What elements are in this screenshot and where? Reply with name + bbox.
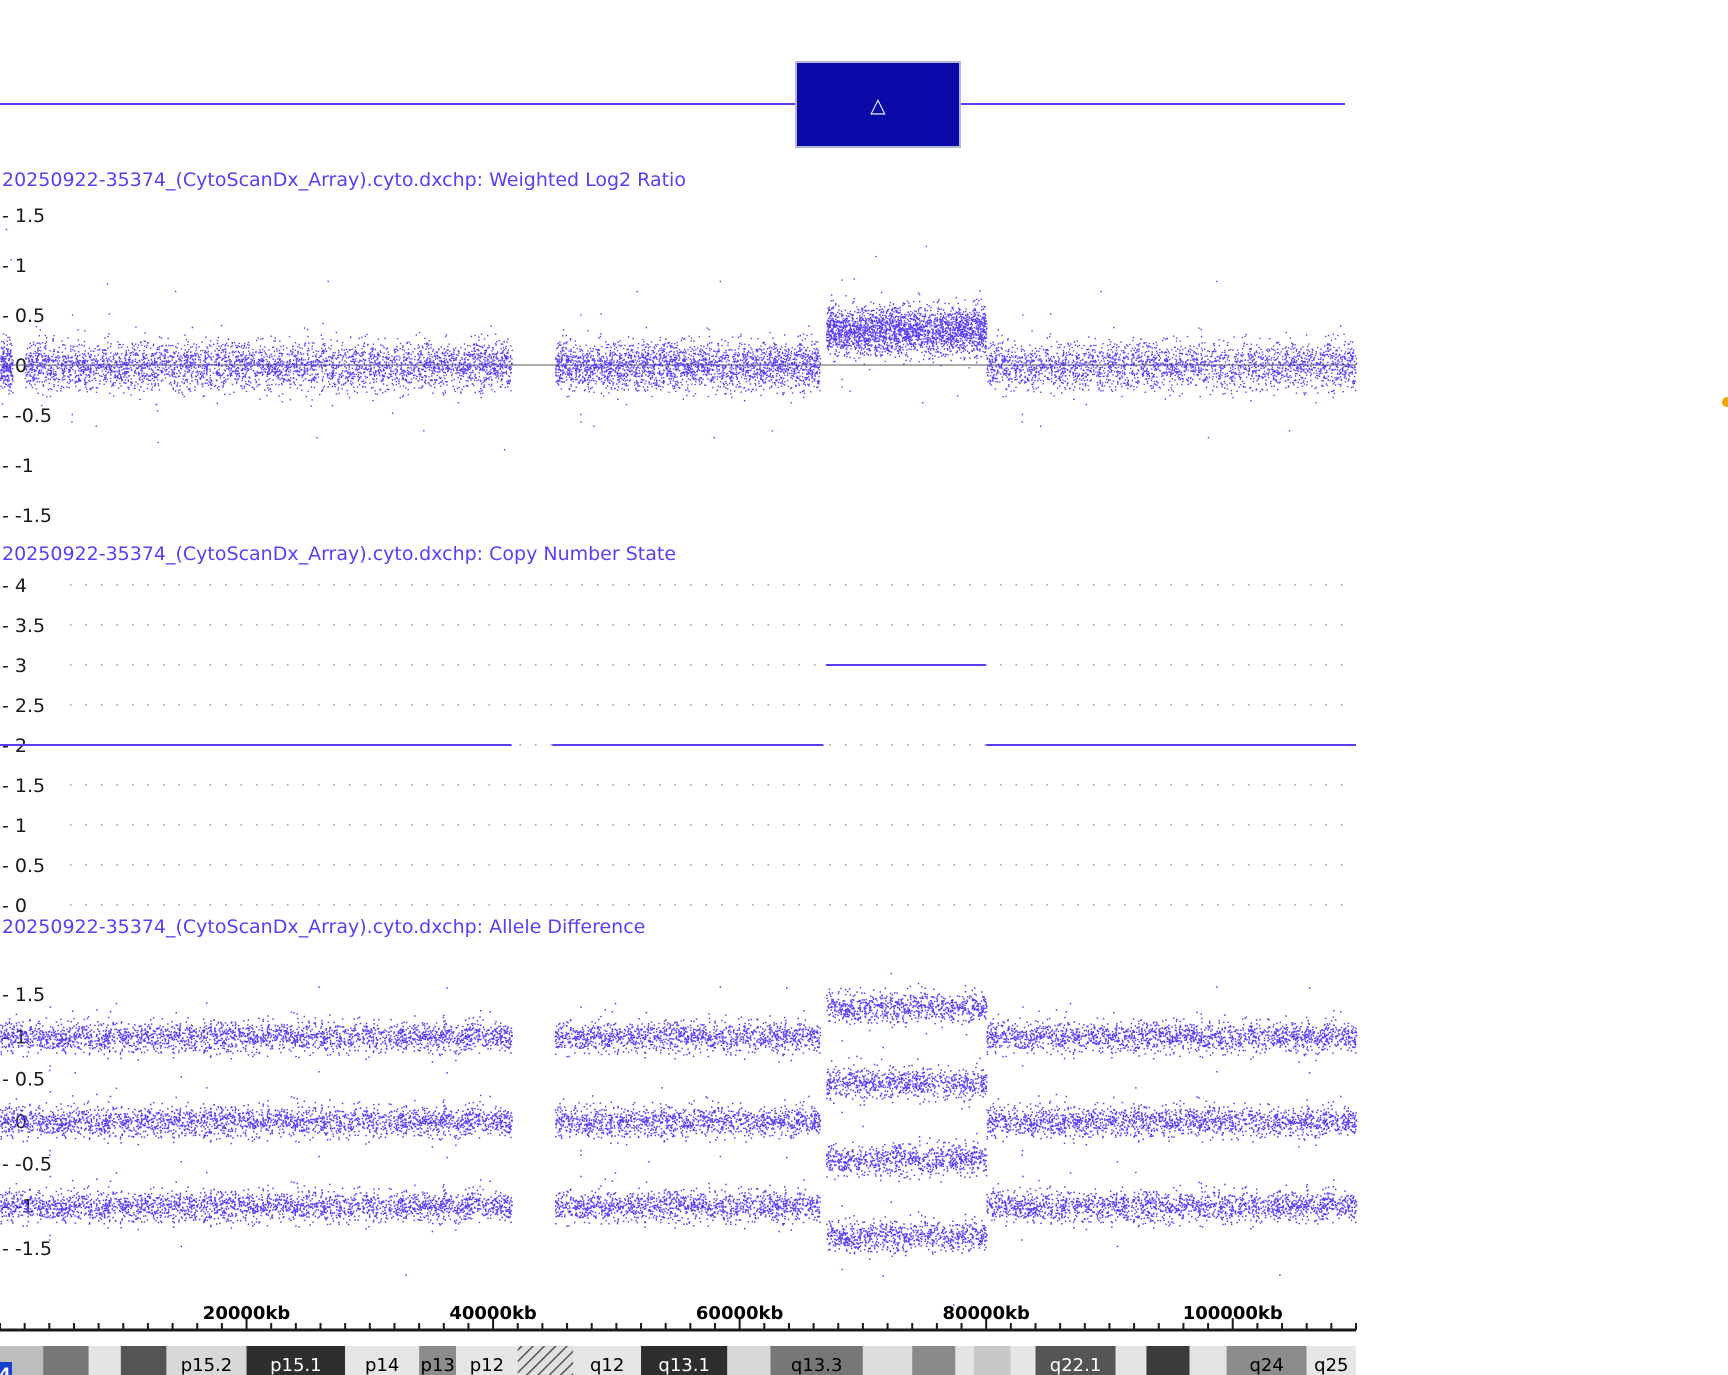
cn-ytick-8: - 0 xyxy=(2,895,27,917)
log2-ytick-6: - -1.5 xyxy=(2,505,52,527)
ideogram-band-2[interactable] xyxy=(88,1346,121,1375)
ideogram-band-15[interactable] xyxy=(955,1346,974,1375)
x-tick-label-2: 60000kb xyxy=(696,1303,784,1324)
log2-ytick-0: - 1.5 xyxy=(2,205,45,227)
cn-ytick-5: - 1.5 xyxy=(2,775,45,797)
ideogram-band-label-6: p14 xyxy=(365,1355,399,1375)
log2-ytick-2: - 0.5 xyxy=(2,305,45,327)
ideogram-band-label-22: q24 xyxy=(1249,1355,1283,1375)
ad-ytick-4: - -0.5 xyxy=(2,1153,52,1175)
panel-title-allele-difference: 20250922-35374_(CytoScanDx_Array).cyto.d… xyxy=(2,916,645,938)
ideogram-band-label-18: q22.1 xyxy=(1050,1355,1102,1375)
ad-ytick-6: - -1.5 xyxy=(2,1238,52,1260)
ideogram-band-label-5: p15.1 xyxy=(270,1355,322,1375)
x-tick-label-3: 80000kb xyxy=(942,1303,1030,1324)
ad-ytick-2: - 0.5 xyxy=(2,1069,45,1091)
panel-copy-number: 20250922-35374_(CytoScanDx_Array).cyto.d… xyxy=(0,543,1356,917)
cn-ytick-2: - 3 xyxy=(2,655,27,677)
ideogram-band-label-9: q12 xyxy=(590,1355,624,1375)
points-allele-difference xyxy=(0,972,1358,1306)
cn-ytick-1: - 3.5 xyxy=(2,615,45,637)
cn-ytick-7: - 0.5 xyxy=(2,855,45,877)
ideogram-band-1[interactable] xyxy=(43,1346,89,1375)
region-marker-button[interactable]: △ xyxy=(795,61,961,148)
ideogram-band-16[interactable] xyxy=(973,1346,1011,1375)
ideogram-centromere xyxy=(517,1346,574,1375)
ideogram-band-label-8: p12 xyxy=(470,1355,504,1375)
chromosome-label: 4 xyxy=(0,1364,11,1375)
ideogram-band-19[interactable] xyxy=(1115,1346,1147,1375)
ideogram-band-17[interactable] xyxy=(1010,1346,1036,1375)
ideogram-band-label-12: q13.3 xyxy=(791,1355,843,1375)
ad-ytick-0: - 1.5 xyxy=(2,984,45,1006)
log2-ytick-1: - 1 xyxy=(2,255,27,277)
ideogram-band-11[interactable] xyxy=(727,1346,771,1375)
accent-dot xyxy=(1722,397,1728,407)
log2-ytick-4: - -0.5 xyxy=(2,405,52,427)
cn-ytick-6: - 1 xyxy=(2,815,27,837)
copy-number-viewer: △ 20250922-35374_(CytoScanDx_Array).cyto… xyxy=(0,61,1728,1375)
ideogram-band-label-23: q25 xyxy=(1314,1355,1348,1375)
x-axis: 20000kb 40000kb 60000kb 80000kb 100000kb xyxy=(0,1303,1357,1332)
x-tick-label-1: 40000kb xyxy=(449,1303,537,1324)
panel-title-copy-number: 20250922-35374_(CytoScanDx_Array).cyto.d… xyxy=(2,543,676,565)
ideogram-band-label-7: p13 xyxy=(420,1355,454,1375)
allele-point-cloud xyxy=(0,972,1358,1306)
panel-log2-ratio: 20250922-35374_(CytoScanDx_Array).cyto.d… xyxy=(0,169,1358,527)
panel-title-log2-ratio: 20250922-35374_(CytoScanDx_Array).cyto.d… xyxy=(2,169,686,191)
panel-allele-difference: 20250922-35374_(CytoScanDx_Array).cyto.d… xyxy=(0,916,1358,1306)
cn-ytick-0: - 4 xyxy=(2,575,27,597)
region-marker-glyph: △ xyxy=(870,93,886,117)
points-log2-ratio xyxy=(0,228,1358,451)
x-tick-label-4: 100000kb xyxy=(1183,1303,1283,1324)
ideogram-band-13[interactable] xyxy=(862,1346,913,1375)
log2-point-cloud xyxy=(0,228,1358,451)
cn-ytick-3: - 2.5 xyxy=(2,695,45,717)
ideogram-band-21[interactable] xyxy=(1189,1346,1227,1375)
chromosome-ideogram[interactable]: p15.2 p15.1 p14 p13 p12 q12 q13.1 q13.3 q22.1 q24… xyxy=(0,1346,1356,1375)
ideogram-band-20[interactable] xyxy=(1146,1346,1190,1375)
x-tick-label-0: 20000kb xyxy=(203,1303,291,1324)
ideogram-band-3[interactable] xyxy=(120,1346,167,1375)
segments-copy-number xyxy=(0,664,1356,746)
log2-ytick-5: - -1 xyxy=(2,455,34,477)
ideogram-band-label-4: p15.2 xyxy=(181,1355,233,1375)
ideogram-band-14[interactable] xyxy=(912,1346,956,1375)
y-axis-allele-difference: - 1.5- 1- 0.5- 0- -0.5- -1- -1.5 xyxy=(2,984,52,1260)
ideogram-band-label-10: q13.1 xyxy=(658,1355,710,1375)
